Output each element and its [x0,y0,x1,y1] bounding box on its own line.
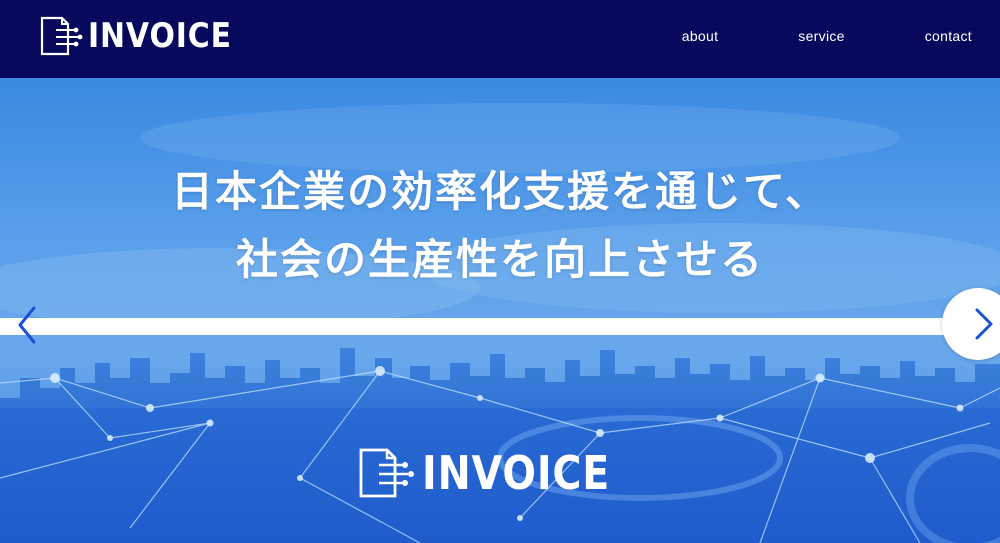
hero-headline-line1: 日本企業の効率化支援を通じて、 [171,167,829,217]
page: INVOICE about service contact 日本企業の効率化支援… [0,0,1000,543]
main-nav: about service contact [602,28,972,44]
slider-prev-button[interactable] [12,302,42,348]
document-circuit-icon [359,448,414,498]
hero-slider: 日本企業の効率化支援を通じて、 社会の生産性を向上させる INVOICE [0,78,1000,543]
document-circuit-icon [40,16,83,56]
chevron-left-icon [18,306,36,344]
nav-about[interactable]: about [682,28,719,44]
site-header: INVOICE about service contact [0,0,1000,78]
logo-link[interactable]: INVOICE [38,14,252,58]
nav-service[interactable]: service [798,28,844,44]
logo-text: INVOICE [88,16,232,56]
chevron-right-icon [975,308,993,340]
hero-logo-text: INVOICE [422,446,611,500]
hero-headline: 日本企業の効率化支援を通じて、 社会の生産性を向上させる [0,158,1000,294]
nav-contact[interactable]: contact [925,28,972,44]
hero-logo: INVOICE [356,446,641,500]
slider-divider-band [0,318,1000,335]
hero-headline-line2: 社会の生産性を向上させる [235,235,764,285]
